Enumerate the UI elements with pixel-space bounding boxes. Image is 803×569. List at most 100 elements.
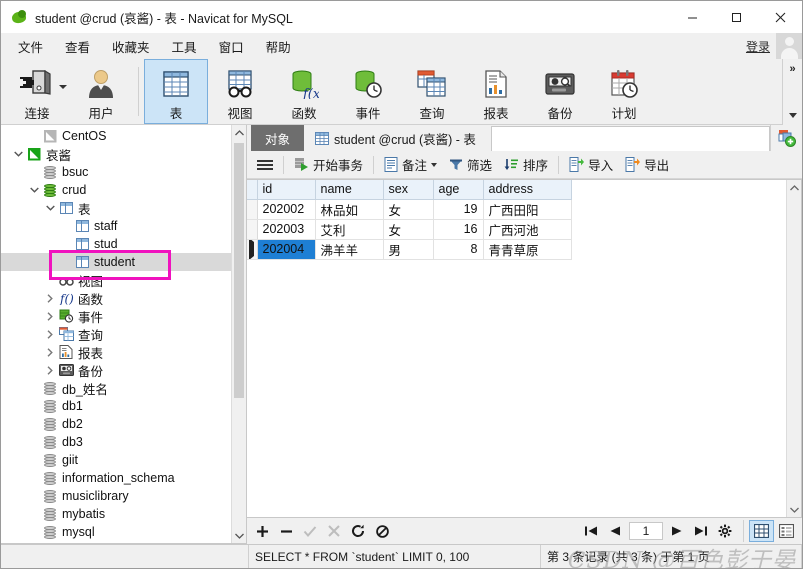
table-row[interactable]: 202003 艾利女 16 广西河池 <box>247 219 572 240</box>
menu-item-favorites[interactable]: 收藏夹 <box>101 33 161 60</box>
tree-item-mybatis[interactable]: mybatis <box>1 505 231 523</box>
minimize-button[interactable] <box>670 1 714 33</box>
add-record-button[interactable] <box>250 520 274 542</box>
cell-sex[interactable]: 女 <box>383 219 434 240</box>
tree-item-mysql[interactable]: mysql <box>1 523 231 541</box>
toolbar-button-backup[interactable]: 备份 <box>528 59 592 124</box>
chevron-right-icon[interactable] <box>43 361 57 379</box>
tab-objects[interactable]: 对象 <box>251 125 305 151</box>
tree-item-事件[interactable]: 事件 <box>1 307 231 325</box>
cell-id[interactable]: 202004 <box>257 239 316 260</box>
tree-item-哀酱[interactable]: 哀酱 <box>1 145 231 163</box>
chevron-down-icon[interactable] <box>27 181 41 199</box>
remove-record-button[interactable] <box>274 520 298 542</box>
tree-item-stud[interactable]: stud <box>1 235 231 253</box>
new-tab-button[interactable] <box>770 125 802 151</box>
last-page-button[interactable] <box>689 520 713 542</box>
tree-item-crud[interactable]: crud <box>1 181 231 199</box>
scroll-up-icon[interactable] <box>787 180 801 195</box>
tree-item-报表[interactable]: 报表 <box>1 343 231 361</box>
grid-scrollbar[interactable] <box>786 180 801 517</box>
tree-item-student[interactable]: student <box>1 253 231 271</box>
prev-page-button[interactable] <box>603 520 627 542</box>
scroll-down-icon[interactable] <box>232 528 246 543</box>
cell-name[interactable]: 林品如 <box>315 199 384 220</box>
export-button[interactable]: 导出 <box>619 153 675 177</box>
menu-item-tools[interactable]: 工具 <box>161 33 208 60</box>
stop-button[interactable] <box>370 520 394 542</box>
row-indicator[interactable] <box>247 199 258 220</box>
tree-item-bsuc[interactable]: bsuc <box>1 163 231 181</box>
cell-id[interactable]: 202002 <box>257 199 316 220</box>
chevron-down-icon[interactable] <box>43 199 57 217</box>
chevron-right-icon[interactable] <box>43 325 57 343</box>
tree-item-staff[interactable]: staff <box>1 217 231 235</box>
chevron-down-icon[interactable] <box>11 145 25 163</box>
cell-id[interactable]: 202003 <box>257 219 316 240</box>
double-chevron-icon[interactable]: » <box>789 64 795 75</box>
object-tree[interactable]: CentOS 哀酱 bsuc crud 表 staff stud student 视图 f() 函数… <box>1 125 231 543</box>
tree-item-giit[interactable]: giit <box>1 451 231 469</box>
tree-item-db1[interactable]: db1 <box>1 397 231 415</box>
toolbar-overflow[interactable]: » <box>782 59 802 125</box>
scroll-down-icon[interactable] <box>787 502 801 517</box>
column-header-name[interactable]: name <box>315 180 384 200</box>
cell-address[interactable]: 广西河池 <box>483 219 572 240</box>
toolbar-button-view[interactable]: 视图 <box>208 59 272 124</box>
grid-menu-button[interactable] <box>251 153 279 177</box>
grid-view-button[interactable] <box>749 520 774 542</box>
tree-item-函数[interactable]: f() 函数 <box>1 289 231 307</box>
next-page-button[interactable] <box>665 520 689 542</box>
tree-item-CentOS[interactable]: CentOS <box>1 127 231 145</box>
column-header-age[interactable]: age <box>433 180 484 200</box>
scrollbar-thumb[interactable] <box>234 143 244 398</box>
chevron-down-icon[interactable] <box>431 162 438 167</box>
menu-item-window[interactable]: 窗口 <box>208 33 255 60</box>
toolbar-button-report[interactable]: 报表 <box>464 59 528 124</box>
toolbar-button-function[interactable]: f(x) 函数 <box>272 59 336 124</box>
cell-address[interactable]: 广西田阳 <box>483 199 572 220</box>
sidebar-scrollbar[interactable] <box>231 125 246 543</box>
menu-item-view[interactable]: 查看 <box>54 33 101 60</box>
tree-item-备份[interactable]: 备份 <box>1 361 231 379</box>
toolbar-button-user[interactable]: 用户 <box>69 59 133 124</box>
page-number-input[interactable]: 1 <box>629 522 663 540</box>
table-row[interactable]: 202004 沸羊羊男 8 青青草原 <box>247 239 572 260</box>
close-button[interactable] <box>758 1 802 33</box>
tree-item-db2[interactable]: db2 <box>1 415 231 433</box>
table-row[interactable]: 202002 林品如女 19 广西田阳 <box>247 199 572 220</box>
grid-settings-button[interactable] <box>713 520 737 542</box>
cell-age[interactable]: 19 <box>433 199 484 220</box>
toolbar-button-schedule[interactable]: 计划 <box>592 59 656 124</box>
tree-item-查询[interactable]: 查询 <box>1 325 231 343</box>
filter-button[interactable]: 筛选 <box>443 153 498 177</box>
toolbar-button-event[interactable]: 事件 <box>336 59 400 124</box>
tree-item-information_schema[interactable]: information_schema <box>1 469 231 487</box>
tree-item-db_姓名[interactable]: db_姓名 <box>1 379 231 397</box>
toolbar-button-query[interactable]: 查询 <box>400 59 464 124</box>
tree-item-表[interactable]: 表 <box>1 199 231 217</box>
column-header-address[interactable]: address <box>483 180 572 200</box>
chevron-right-icon[interactable] <box>43 289 57 307</box>
menu-item-help[interactable]: 帮助 <box>255 33 302 60</box>
tree-item-musiclibrary[interactable]: musiclibrary <box>1 487 231 505</box>
chevron-right-icon[interactable] <box>43 343 57 361</box>
row-indicator[interactable] <box>247 239 258 260</box>
begin-transaction-button[interactable]: 开始事务 <box>288 153 369 177</box>
chevron-down-icon[interactable] <box>59 85 67 89</box>
cell-name[interactable]: 艾利 <box>315 219 384 240</box>
tree-item-db3[interactable]: db3 <box>1 433 231 451</box>
toolbar-button-table[interactable]: 表 <box>144 59 208 124</box>
cell-address[interactable]: 青青草原 <box>483 239 572 260</box>
login-link[interactable]: 登录 <box>746 38 770 55</box>
column-header-sex[interactable]: sex <box>383 180 434 200</box>
tree-item-视图[interactable]: 视图 <box>1 271 231 289</box>
form-view-button[interactable] <box>774 520 799 542</box>
row-indicator[interactable] <box>247 219 258 240</box>
avatar[interactable] <box>776 33 802 59</box>
data-grid[interactable]: id name sex age address 202002 林品如女 19 广西田阳 20200… <box>247 180 786 517</box>
chevron-down-icon[interactable] <box>788 113 797 118</box>
cell-age[interactable]: 8 <box>433 239 484 260</box>
maximize-button[interactable] <box>714 1 758 33</box>
column-header-id[interactable]: id <box>257 180 316 200</box>
